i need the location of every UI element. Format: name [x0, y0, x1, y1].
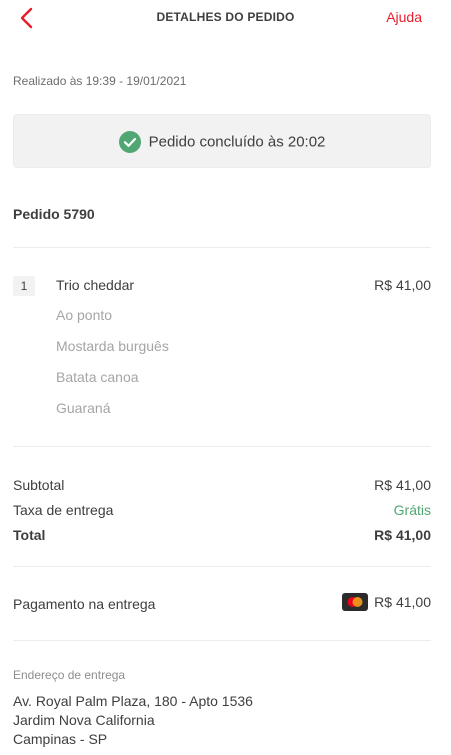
- address-line: Campinas - SP: [13, 731, 108, 747]
- chevron-left-icon: [20, 7, 33, 29]
- order-status-box: Pedido concluído às 20:02: [13, 114, 431, 168]
- item-option: Guaraná: [56, 400, 111, 416]
- address-line: Jardim Nova California: [13, 712, 155, 728]
- divider: [13, 247, 431, 248]
- item-price: R$ 41,00: [374, 277, 431, 293]
- order-status-text: Pedido concluído às 20:02: [148, 133, 326, 151]
- payment-method-label: Pagamento na entrega: [13, 596, 156, 612]
- help-link[interactable]: Ajuda: [386, 9, 422, 25]
- item-option: Batata canoa: [56, 369, 139, 385]
- item-option: Mostarda burguês: [56, 338, 169, 354]
- subtotal-value: R$ 41,00: [374, 477, 431, 493]
- order-number: Pedido 5790: [13, 206, 95, 222]
- mastercard-icon: [342, 593, 369, 611]
- total-value: R$ 41,00: [374, 527, 431, 543]
- order-placed-time: Realizado às 19:39 - 19/01/2021: [13, 74, 187, 88]
- back-button[interactable]: [14, 4, 42, 32]
- delivery-address-label: Endereço de entrega: [13, 668, 126, 682]
- delivery-fee-value: Grátis: [393, 502, 431, 518]
- divider: [13, 566, 431, 567]
- delivery-fee-label: Taxa de entrega: [13, 502, 114, 518]
- divider: [13, 446, 431, 447]
- item-option: Ao ponto: [56, 307, 113, 323]
- total-label: Total: [13, 527, 46, 543]
- subtotal-label: Subtotal: [13, 477, 65, 493]
- payment-amount: R$ 41,00: [374, 594, 431, 610]
- header-bar: DETALHES DO PEDIDO Ajuda: [0, 0, 451, 38]
- address-line: Av. Royal Palm Plaza, 180 - Apto 1536: [13, 693, 253, 709]
- divider: [13, 640, 431, 641]
- item-name: Trio cheddar: [56, 277, 135, 293]
- payment-summary: R$ 41,00: [342, 593, 431, 611]
- check-circle-icon: [118, 131, 141, 153]
- page-title: DETALHES DO PEDIDO: [156, 10, 295, 24]
- item-quantity-badge: 1: [13, 276, 35, 296]
